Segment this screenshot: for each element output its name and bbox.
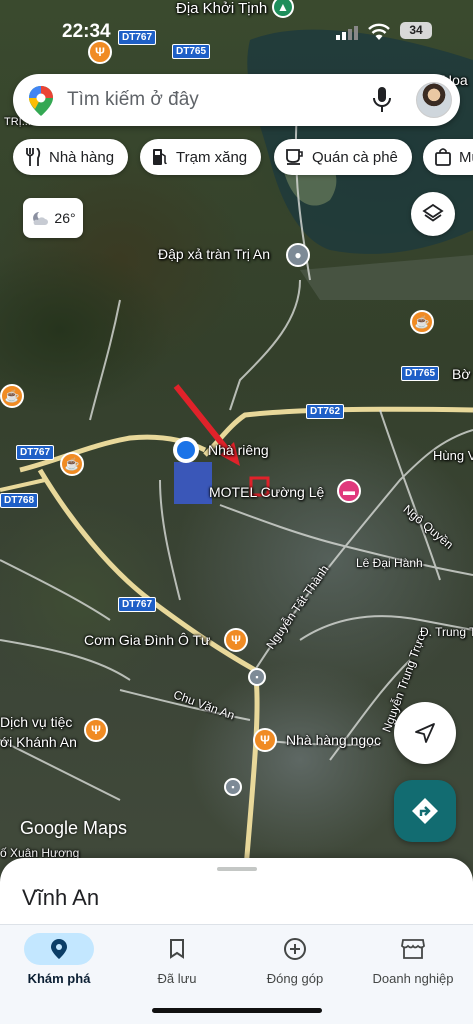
status-time: 22:34 <box>62 21 111 42</box>
chip-label: Trạm xăng <box>176 148 248 166</box>
place-title: Vĩnh An <box>22 885 100 910</box>
bus-stop-icon[interactable]: ▪ <box>248 668 266 686</box>
tab-label: Đã lưu <box>157 971 197 986</box>
gas-station-icon <box>152 148 168 166</box>
shopping-bag-icon <box>435 148 451 166</box>
road-shield: DT765 <box>172 44 211 59</box>
chip-label: Mu <box>459 148 473 166</box>
road-shield: DT767 <box>16 445 55 460</box>
coffee-icon[interactable]: ☕ <box>0 384 24 408</box>
tab-label: Khám phá <box>27 971 91 986</box>
chip-gas-stations[interactable]: Trạm xăng <box>140 139 262 175</box>
tab-explore[interactable]: Khám phá <box>0 933 118 986</box>
street-label: Đ. Trung Tâ <box>420 625 473 639</box>
tab-label: Đóng góp <box>266 971 324 986</box>
map-label[interactable]: ới Khánh An <box>0 734 77 750</box>
road-shield: DT767 <box>118 597 157 612</box>
google-maps-pin-icon <box>29 86 53 116</box>
tab-label: Doanh nghiệp <box>372 971 454 986</box>
street-label: Lê Đại Hành <box>356 556 423 570</box>
road-shield: DT768 <box>0 493 39 508</box>
chip-label: Quán cà phê <box>312 148 398 166</box>
map-label[interactable]: Nhà hàng ngọc <box>286 732 381 748</box>
map-label[interactable]: Cơm Gia Đình Ô Tư <box>84 632 210 648</box>
map-label[interactable]: Địa Khởi Tịnh <box>176 0 267 17</box>
restaurant-icon[interactable]: Ψ <box>84 718 108 742</box>
search-bar[interactable]: Tìm kiếm ở đây <box>13 74 460 126</box>
map-label: Bờ <box>452 366 471 382</box>
cellular-signal-icon <box>336 26 358 40</box>
landmark-icon[interactable]: ● <box>286 243 310 267</box>
microphone-icon[interactable] <box>373 87 391 113</box>
layers-icon <box>422 203 444 222</box>
battery-indicator: 34 <box>400 22 432 39</box>
navigation-arrow-icon <box>415 723 435 743</box>
road-shield: DT762 <box>306 404 345 419</box>
map-label[interactable]: Đập xả tràn Trị An <box>158 246 270 262</box>
tab-business[interactable]: Doanh nghiệp <box>354 933 472 986</box>
coffee-icon[interactable]: ☕ <box>60 452 84 476</box>
sheet-drag-handle[interactable] <box>217 867 257 871</box>
avatar[interactable] <box>416 82 452 118</box>
home-indicator <box>152 1008 322 1013</box>
google-maps-logo: Google Maps <box>20 818 128 838</box>
tab-saved[interactable]: Đã lưu <box>118 933 236 986</box>
coffee-icon[interactable]: ☕ <box>410 310 434 334</box>
storefront-icon <box>401 939 425 959</box>
chip-label: Nhà hàng <box>49 148 115 166</box>
chip-restaurants[interactable]: Nhà hàng <box>13 139 129 175</box>
weather-temp: 26° <box>54 210 76 226</box>
tab-contribute[interactable]: Đóng góp <box>236 933 354 986</box>
add-circle-icon <box>284 938 306 960</box>
bus-stop-icon[interactable]: ▪ <box>224 778 242 796</box>
status-bar: 22:34 34 <box>0 18 473 46</box>
directions-button[interactable] <box>394 780 456 842</box>
road-shield: DT765 <box>401 366 440 381</box>
fork-knife-icon <box>25 148 41 166</box>
my-location-button[interactable] <box>394 702 456 764</box>
directions-icon <box>412 798 438 824</box>
restaurant-icon[interactable]: Ψ <box>224 628 248 652</box>
chip-cafes[interactable]: Quán cà phê <box>274 139 412 175</box>
map-label[interactable]: Nhà riêng <box>208 442 269 458</box>
weather-widget[interactable]: 26° <box>23 198 83 238</box>
explore-pin-icon <box>51 939 67 959</box>
chip-shopping[interactable]: Mu <box>423 139 473 175</box>
bookmark-icon <box>170 939 184 959</box>
layers-button[interactable] <box>411 192 455 236</box>
search-input[interactable]: Tìm kiếm ở đây <box>67 89 199 111</box>
map-label[interactable]: MOTEL Cường Lệ <box>209 484 324 500</box>
wifi-icon <box>368 23 390 40</box>
coffee-icon <box>286 149 304 165</box>
map-label[interactable]: Dịch vụ tiệc <box>0 714 72 730</box>
hotel-icon[interactable]: ▬ <box>337 479 361 503</box>
restaurant-icon[interactable]: Ψ <box>253 728 277 752</box>
cloudy-night-icon <box>30 210 50 226</box>
map-label: Hùng V <box>433 448 473 463</box>
